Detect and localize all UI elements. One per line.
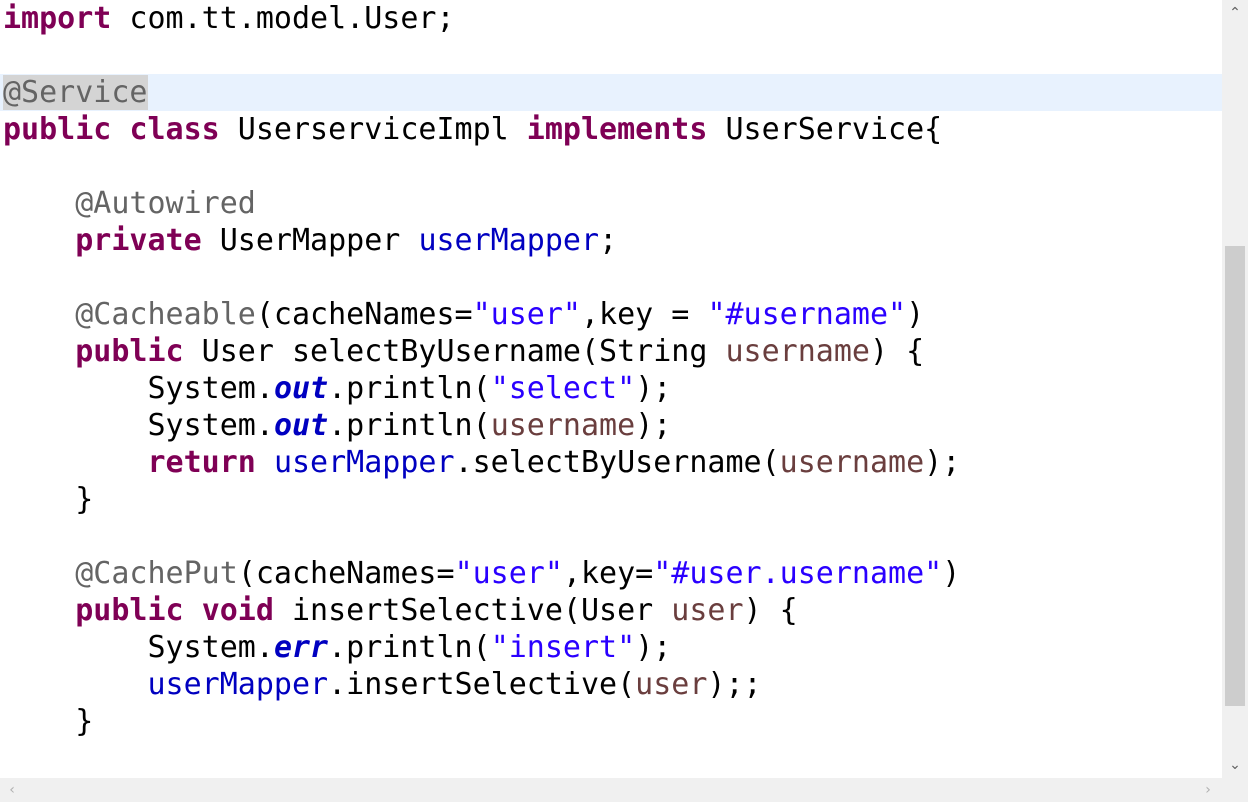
- code-editor[interactable]: import com.tt.model.User; @Service public …: [0, 0, 1222, 778]
- code-token-plain: System.: [3, 630, 274, 665]
- code-token-annotation: @Autowired: [75, 186, 256, 221]
- code-line[interactable]: @Cacheable(cacheNames="user",key = "#use…: [3, 296, 924, 333]
- code-line[interactable]: @Service: [3, 74, 148, 111]
- current-line-highlight: [0, 74, 1222, 111]
- code-token-plain: System.: [3, 408, 274, 443]
- code-token-param: user: [671, 593, 744, 628]
- code-line[interactable]: System.out.println("select");: [3, 370, 671, 407]
- code-token-plain: }: [3, 704, 94, 739]
- code-token-keyword: private: [75, 223, 202, 258]
- code-token-plain: (cacheNames=: [255, 297, 473, 332]
- code-token-string: "#user.username": [653, 556, 943, 591]
- vertical-scrollbar[interactable]: ⌃ ⌄: [1222, 0, 1248, 778]
- code-token-ann-sel: @Service: [3, 75, 148, 110]
- code-token-keyword: return: [147, 445, 256, 480]
- code-token-param: username: [725, 334, 870, 369]
- code-line[interactable]: }: [3, 481, 93, 518]
- code-line[interactable]: import com.tt.model.User;: [3, 0, 455, 37]
- code-token-keyword: import: [3, 1, 112, 36]
- code-token-plain: );: [924, 445, 961, 480]
- code-token-string: "insert": [490, 630, 636, 665]
- code-token-field: userMapper: [273, 445, 455, 480]
- code-token-plain: ) {: [743, 593, 798, 628]
- code-token-annotation: @CachePut: [75, 556, 238, 591]
- code-token-plain: );: [635, 630, 672, 665]
- scroll-up-icon[interactable]: ⌃: [1222, 0, 1248, 26]
- code-token-param: username: [490, 408, 636, 443]
- code-token-static: out: [273, 408, 329, 443]
- code-token-plain: .insertSelective(: [328, 667, 636, 702]
- code-token-plain: .println(: [328, 630, 491, 665]
- code-line[interactable]: public class UserserviceImpl implements …: [3, 111, 942, 148]
- code-line[interactable]: userMapper.insertSelective(user);;: [3, 666, 762, 703]
- code-token-plain: ) {: [869, 334, 925, 369]
- code-token-plain: System.: [3, 371, 274, 406]
- code-token-plain: com.tt.model.User;: [111, 1, 455, 36]
- code-token-string: "#username": [707, 297, 907, 332]
- code-token-param: user: [635, 667, 708, 702]
- code-line[interactable]: }: [3, 703, 93, 740]
- code-token-param: username: [779, 445, 925, 480]
- code-token-plain: (cacheNames=: [237, 556, 455, 591]
- code-line[interactable]: public void insertSelective(User user) {: [3, 592, 798, 629]
- code-token-plain: User selectByUsername(String: [183, 334, 726, 369]
- code-token-plain: );: [635, 371, 672, 406]
- scroll-down-icon[interactable]: ⌄: [1222, 752, 1248, 778]
- code-token-field: userMapper: [147, 667, 329, 702]
- code-token-plain: }: [3, 482, 94, 517]
- code-token-keyword: void: [201, 593, 274, 628]
- code-line[interactable]: System.err.println("insert");: [3, 629, 671, 666]
- code-token-plain: .selectByUsername(: [454, 445, 780, 480]
- code-token-static: out: [273, 371, 329, 406]
- code-token-plain: UserService{: [707, 112, 943, 147]
- code-token-plain: ;: [599, 223, 618, 258]
- code-token-plain: ): [942, 556, 961, 591]
- code-token-plain: );: [635, 408, 672, 443]
- code-line[interactable]: @CachePut(cacheNames="user",key="#user.u…: [3, 555, 960, 592]
- code-token-plain: .println(: [328, 371, 491, 406]
- code-token-plain: ,key =: [581, 297, 708, 332]
- code-token-string: "user": [454, 556, 563, 591]
- code-token-static: err: [273, 630, 329, 665]
- code-token-plain: ,key=: [562, 556, 654, 591]
- code-token-plain: .println(: [328, 408, 491, 443]
- scrollbar-corner: [1222, 778, 1248, 802]
- code-token-string: "user": [472, 297, 581, 332]
- code-token-keyword: class: [129, 112, 220, 147]
- code-token-plain: ): [906, 297, 925, 332]
- code-token-keyword: public: [3, 112, 112, 147]
- code-token-plain: UserserviceImpl: [219, 112, 527, 147]
- code-line[interactable]: private UserMapper userMapper;: [3, 222, 617, 259]
- scroll-right-icon[interactable]: ›: [1196, 778, 1220, 802]
- code-line[interactable]: public User selectByUsername(String user…: [3, 333, 924, 370]
- code-token-keyword: public: [75, 593, 184, 628]
- scroll-left-icon[interactable]: ‹: [0, 778, 24, 802]
- code-token-plain: UserMapper: [201, 223, 419, 258]
- code-token-field: userMapper: [418, 223, 600, 258]
- code-line[interactable]: @Autowired: [3, 185, 256, 222]
- code-token-plain: insertSelective(User: [273, 593, 672, 628]
- horizontal-scrollbar[interactable]: ‹ ›: [0, 778, 1222, 802]
- code-line[interactable]: System.out.println(username);: [3, 407, 671, 444]
- code-token-keyword: implements: [526, 112, 708, 147]
- code-line[interactable]: return userMapper.selectByUsername(usern…: [3, 444, 961, 481]
- code-token-annotation: @Cacheable: [75, 297, 256, 332]
- code-token-plain: );;: [707, 667, 762, 702]
- code-token-keyword: public: [75, 334, 184, 369]
- code-token-string: "select": [490, 371, 636, 406]
- vertical-scroll-thumb[interactable]: [1225, 246, 1245, 706]
